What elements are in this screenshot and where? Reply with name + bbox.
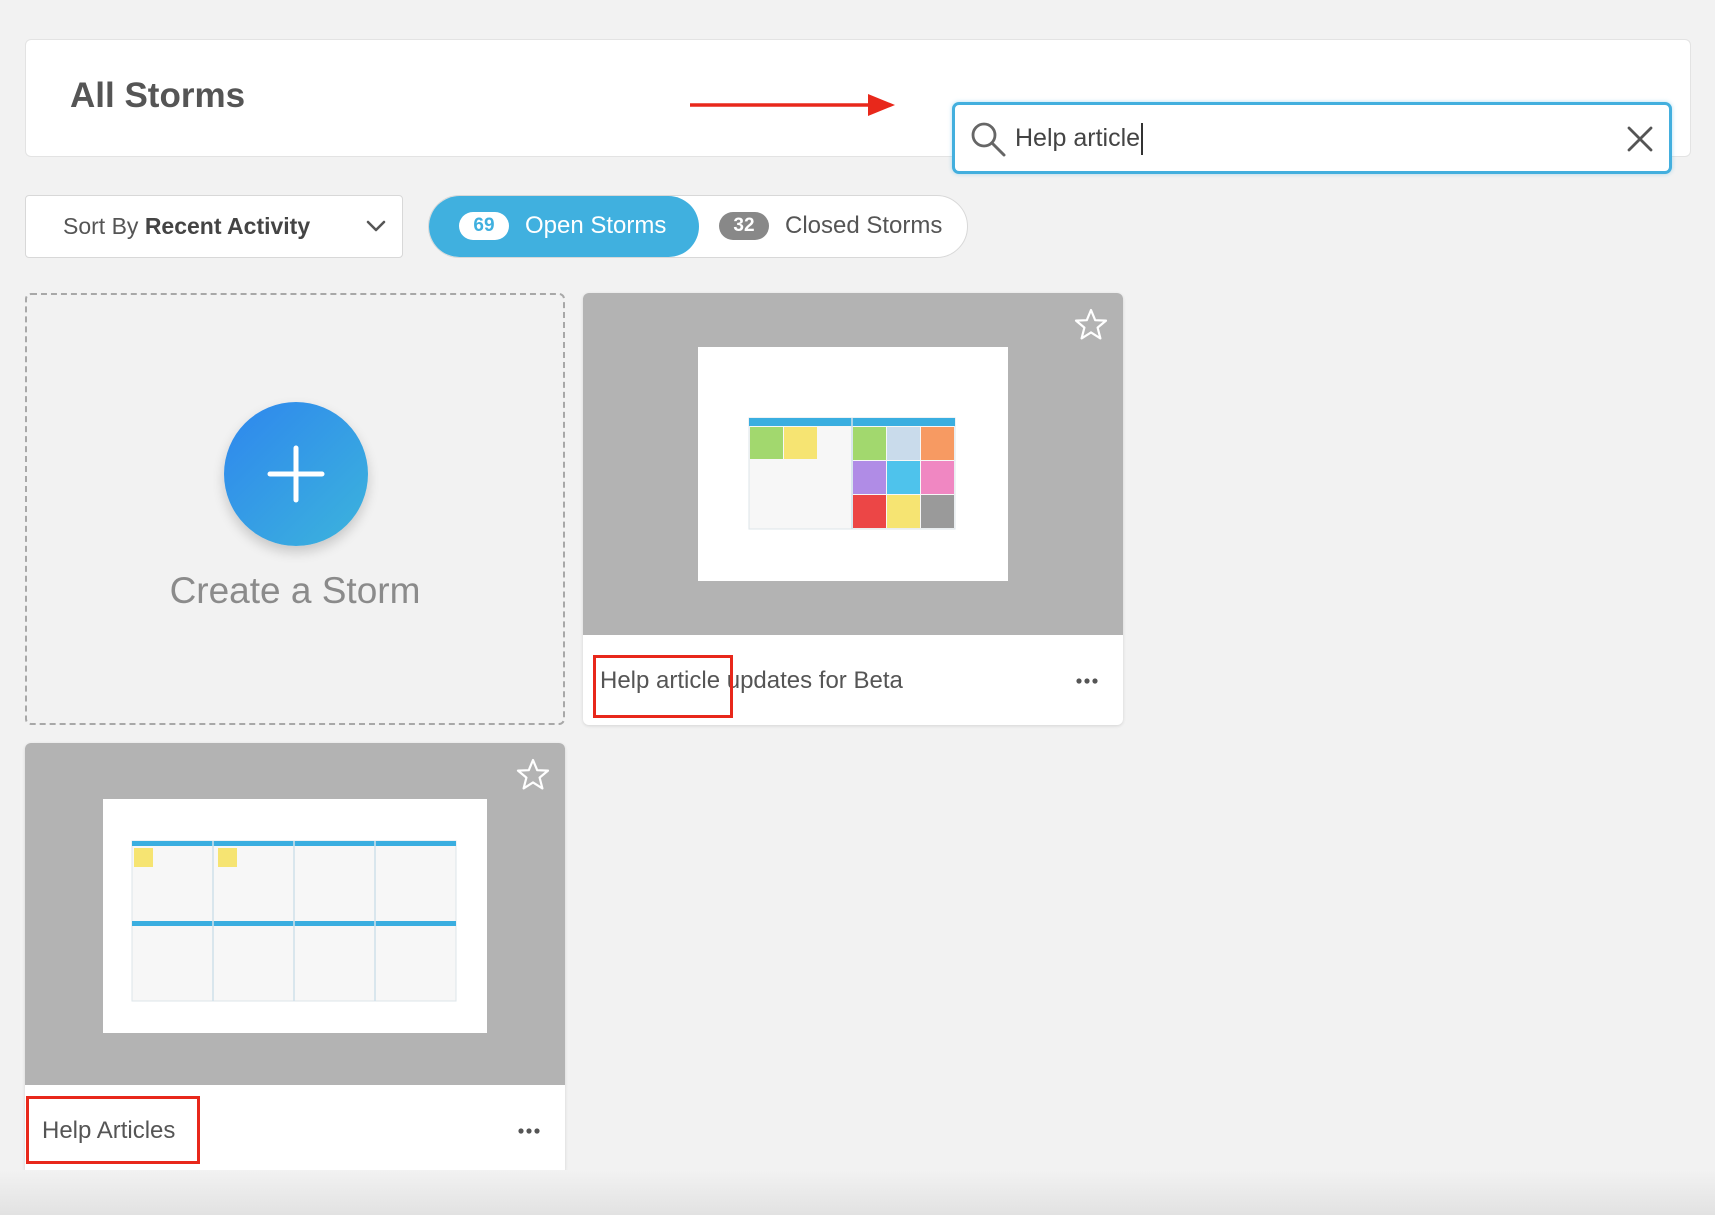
- search-icon: [971, 122, 1006, 157]
- close-icon[interactable]: [1623, 122, 1657, 156]
- search-box[interactable]: [952, 102, 1672, 174]
- more-options-icon[interactable]: [517, 1127, 541, 1135]
- sort-value: Recent Activity: [144, 213, 311, 239]
- storm-thumbnail[interactable]: [583, 293, 1123, 635]
- tab-label: Closed Storms: [785, 212, 943, 239]
- star-icon[interactable]: [1073, 307, 1109, 343]
- annotation-arrow: [690, 94, 895, 116]
- tab-open-storms[interactable]: 69 Open Storms: [429, 196, 699, 257]
- board-preview: [748, 417, 956, 530]
- thumbnail-board: [103, 799, 487, 1033]
- annotation-highlight: [26, 1096, 200, 1164]
- open-count-badge: 69: [459, 212, 509, 240]
- create-storm-label: Create a Storm: [169, 570, 421, 611]
- sort-text: Sort By Recent Activity: [63, 213, 310, 240]
- closed-count-badge: 32: [719, 212, 769, 240]
- bottom-edge: [0, 1170, 1715, 1215]
- more-options-icon[interactable]: [1075, 677, 1099, 685]
- storm-thumbnail[interactable]: [25, 743, 565, 1085]
- sort-prefix: Sort By: [63, 213, 139, 239]
- chevron-down-icon: [366, 220, 386, 232]
- create-storm-button[interactable]: [224, 402, 368, 546]
- page-title: All Storms: [70, 76, 246, 115]
- annotation-highlight: [593, 655, 733, 718]
- tab-closed-storms[interactable]: 32 Closed Storms: [701, 196, 967, 257]
- thumbnail-board: [698, 347, 1008, 581]
- search-input[interactable]: [1015, 115, 1575, 161]
- plus-icon: [267, 445, 325, 503]
- text-cursor: [1141, 123, 1143, 155]
- sort-dropdown[interactable]: Sort By Recent Activity: [25, 195, 403, 258]
- storm-title-rest: updates for Beta: [720, 667, 903, 694]
- create-storm-card[interactable]: Create a Storm: [25, 293, 565, 725]
- tab-label: Open Storms: [525, 212, 667, 239]
- star-icon[interactable]: [515, 757, 551, 793]
- board-preview: [131, 840, 457, 1002]
- storm-status-toggle: 69 Open Storms 32 Closed Storms: [428, 195, 968, 258]
